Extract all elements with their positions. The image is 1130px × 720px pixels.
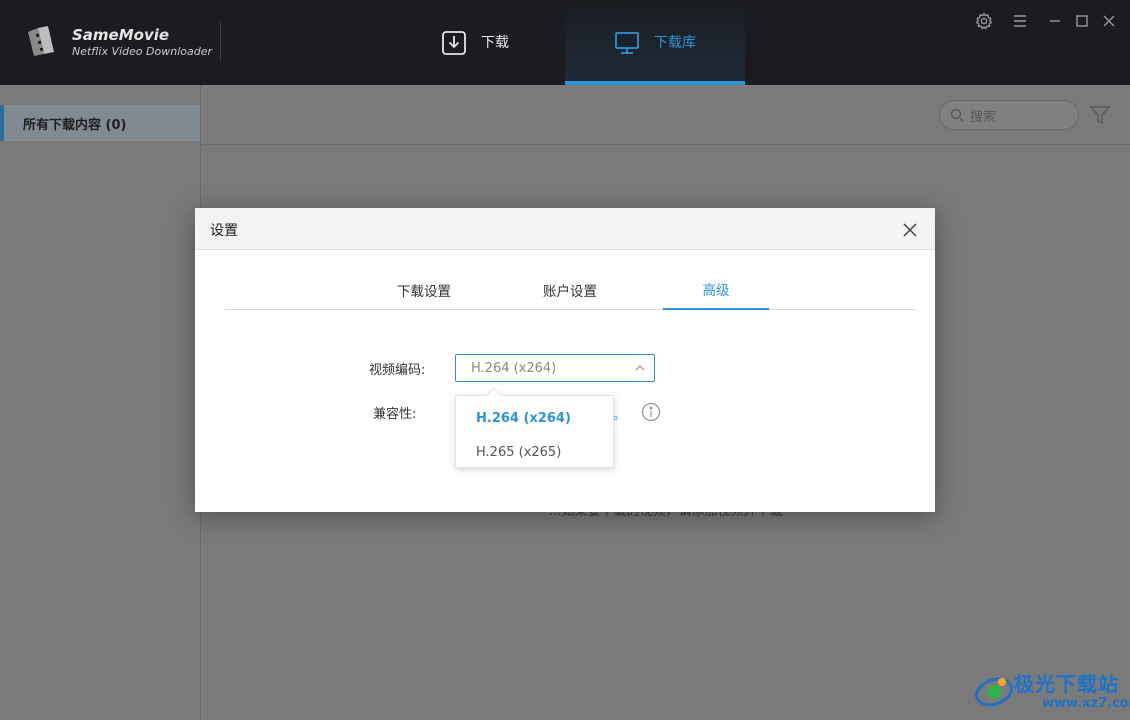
search-placeholder: 搜索	[970, 109, 997, 125]
watermark-text: 极光下载站	[1014, 672, 1119, 696]
video-codec-dropdown: H.264 (x264) H.265 (x265)	[455, 395, 614, 468]
menu-icon[interactable]	[1009, 10, 1031, 32]
gear-icon[interactable]	[973, 10, 995, 32]
maximize-icon[interactable]	[1071, 10, 1093, 32]
settings-dialog: 设置 下载设置 账户设置 高级 视频编码: H.264 (x264) 兼容性: …	[195, 208, 935, 512]
tab-advanced[interactable]: 高级	[663, 270, 769, 310]
sidebar-item-label: 所有下载内容 (0)	[23, 117, 127, 133]
samemovie-logo-icon	[28, 26, 54, 56]
video-codec-label: 视频编码:	[369, 363, 426, 378]
chevron-up-icon	[635, 365, 645, 371]
info-icon[interactable]	[641, 402, 661, 422]
search-icon	[950, 108, 964, 122]
tab-download[interactable]: 下载	[385, 0, 565, 85]
watermark-url: www.xz7.com	[1042, 696, 1130, 711]
dialog-header: 设置	[195, 208, 935, 250]
main-toolbar: 搜索	[201, 85, 1130, 145]
settings-tabs: 下载设置 账户设置 高级	[225, 270, 915, 310]
video-codec-select[interactable]: H.264 (x264)	[455, 354, 655, 382]
app-subtitle: Netflix Video Downloader	[72, 45, 213, 58]
minimize-icon[interactable]	[1044, 10, 1066, 32]
video-codec-value: H.264 (x264)	[471, 360, 557, 376]
codec-option-h264[interactable]: H.264 (x264)	[456, 401, 613, 435]
sidebar-item-all-downloads[interactable]: 所有下载内容 (0)	[0, 105, 200, 141]
title-divider	[220, 22, 221, 62]
compatibility-partial-text: 。	[613, 408, 627, 423]
tab-library-label: 下载库	[654, 34, 696, 51]
compatibility-label: 兼容性:	[373, 407, 417, 422]
watermark: 极光下载站 www.xz7.com	[972, 664, 1130, 716]
search-input[interactable]: 搜索	[939, 100, 1079, 130]
tab-account-settings[interactable]: 账户设置	[517, 270, 623, 310]
close-icon[interactable]	[1098, 10, 1120, 32]
dialog-title: 设置	[210, 223, 238, 239]
filter-icon[interactable]	[1089, 104, 1111, 126]
download-tray-icon	[441, 30, 467, 56]
dialog-close-button[interactable]	[899, 219, 921, 241]
watermark-logo-icon	[975, 677, 1013, 707]
codec-option-h265[interactable]: H.265 (x265)	[456, 435, 613, 469]
title-bar: SameMovie Netflix Video Downloader 下载 下载…	[0, 0, 1130, 85]
tab-download-settings[interactable]: 下载设置	[371, 270, 477, 310]
close-icon	[903, 223, 917, 237]
tab-library[interactable]: 下载库	[565, 0, 745, 85]
tab-download-label: 下载	[481, 34, 509, 51]
sidebar: 所有下载内容 (0)	[0, 85, 201, 720]
app-name: SameMovie	[72, 26, 170, 44]
monitor-library-icon	[614, 30, 640, 56]
